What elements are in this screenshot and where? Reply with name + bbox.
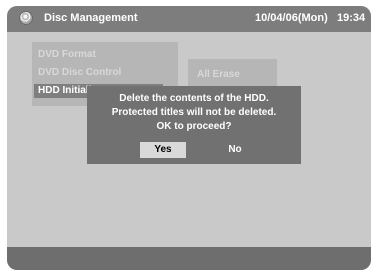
yes-button[interactable]: Yes [140, 142, 186, 158]
no-button[interactable]: No [218, 142, 252, 158]
confirmation-dialog: Delete the contents of the HDD. Protecte… [87, 86, 301, 164]
header-bar: Disc Management 10/04/06(Mon) 19:34 [7, 6, 371, 32]
dialog-message-line-3: OK to proceed? [156, 121, 232, 132]
menu-item-dvd-disc-control[interactable]: DVD Disc Control [38, 67, 121, 78]
disc-management-screen: Disc Management 10/04/06(Mon) 19:34 DVD … [7, 6, 371, 270]
dialog-message-line-1: Delete the contents of the HDD. [119, 93, 269, 104]
menu-item-dvd-format[interactable]: DVD Format [38, 49, 96, 60]
dialog-message-line-2: Protected titles will not be deleted. [111, 107, 277, 118]
page-title: Disc Management [44, 12, 138, 24]
date-display: 10/04/06(Mon) [255, 12, 328, 24]
submenu-item-all-erase[interactable]: All Erase [197, 69, 240, 80]
status-bar [7, 247, 371, 270]
time-display: 19:34 [337, 12, 366, 24]
disc-icon [19, 11, 33, 25]
